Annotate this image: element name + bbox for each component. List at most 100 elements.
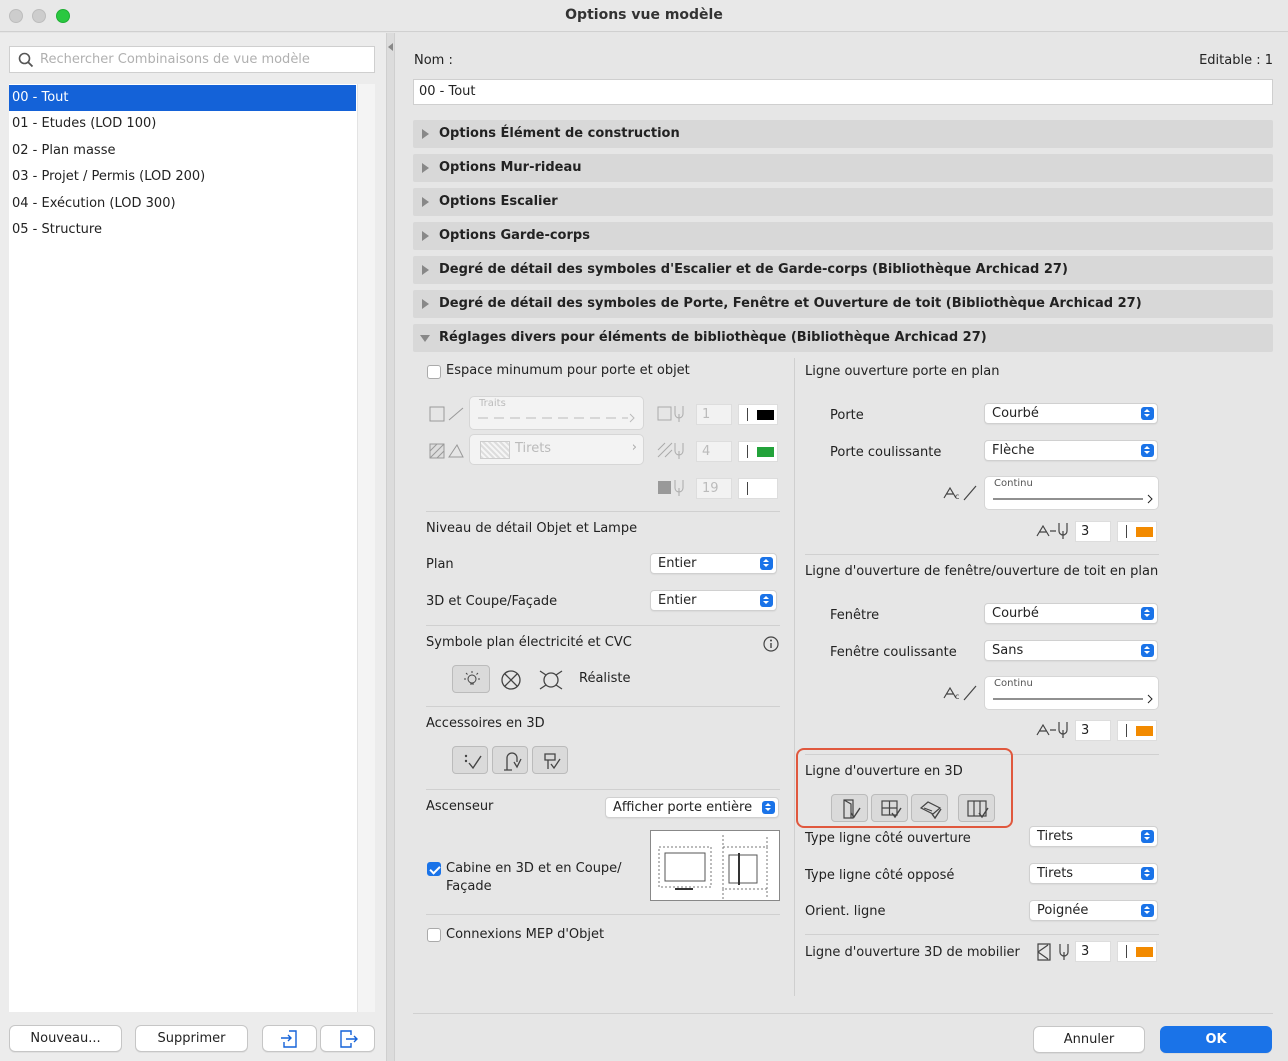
panel-splitter[interactable] xyxy=(386,33,395,1061)
ascenseur-select[interactable]: Afficher porte entière xyxy=(605,797,779,818)
window-title: Options vue modèle xyxy=(565,7,723,23)
plan-select[interactable]: Entier xyxy=(650,553,777,574)
accessory-button-2[interactable] xyxy=(492,746,528,774)
list-item[interactable]: 01 - Etudes (LOD 100) xyxy=(9,111,356,137)
select-arrows-icon xyxy=(1141,867,1154,880)
fenetre-label: Fenêtre xyxy=(830,608,880,623)
export-icon xyxy=(339,1030,358,1048)
empty-fill-icon xyxy=(429,406,464,422)
circle-cross-icon[interactable] xyxy=(499,668,523,692)
fenetre-coulissante-select[interactable]: Sans xyxy=(984,640,1158,661)
symbole-label: Symbole plan électricité et CVC xyxy=(426,635,632,650)
pen-number-field-3: 19 xyxy=(696,478,732,499)
delete-button[interactable]: Supprimer xyxy=(135,1025,248,1052)
type-cote-ouverture-select[interactable]: Tirets xyxy=(1029,826,1158,847)
ok-button[interactable]: OK xyxy=(1160,1026,1272,1053)
dot-check-icon xyxy=(464,754,482,770)
info-icon[interactable] xyxy=(763,636,779,652)
search-icon xyxy=(18,52,34,67)
section-options-mur-rideau[interactable]: Options Mur-rideau xyxy=(413,154,1273,182)
hatch-preview-icon xyxy=(480,441,510,459)
pen-number-c[interactable]: 3 xyxy=(1075,941,1111,962)
pen-line-icon xyxy=(1036,523,1068,539)
section-reglages-divers[interactable]: Réglages divers pour éléments de bibliot… xyxy=(413,324,1273,352)
hatch-fill-icon xyxy=(429,443,464,459)
mep-checkbox[interactable] xyxy=(427,928,441,942)
pen-color-orange-a[interactable] xyxy=(1117,521,1157,542)
new-button[interactable]: Nouveau... xyxy=(9,1025,122,1052)
realistic-lamp-icon[interactable] xyxy=(537,668,565,692)
column-divider xyxy=(794,358,795,996)
section-detail-porte[interactable]: Degré de détail des symboles de Porte, F… xyxy=(413,290,1273,318)
view-combination-list: 00 - Tout 01 - Etudes (LOD 100) 02 - Pla… xyxy=(9,84,375,1012)
pen-color-orange-c[interactable] xyxy=(1117,941,1157,962)
type-cote-oppose-select[interactable]: Tirets xyxy=(1029,863,1158,884)
select-arrows-icon xyxy=(1141,444,1154,457)
accessory-button-3[interactable] xyxy=(532,746,568,774)
list-scrollbar[interactable] xyxy=(357,84,375,1012)
section-options-escalier[interactable]: Options Escalier xyxy=(413,188,1273,216)
coupe-facade-select[interactable]: Entier xyxy=(650,590,777,611)
svg-text:c: c xyxy=(955,492,959,501)
pen-color-black xyxy=(738,404,778,425)
search-input[interactable] xyxy=(40,52,360,67)
pen-number-b[interactable]: 3 xyxy=(1075,720,1111,741)
dashed-line-preview-icon xyxy=(478,413,635,423)
export-button[interactable] xyxy=(320,1025,375,1052)
tirets-fill-field: Tirets › xyxy=(469,434,644,465)
select-arrows-icon xyxy=(760,557,773,570)
select-arrows-icon xyxy=(1141,407,1154,420)
orient-ligne-label: Orient. ligne xyxy=(805,904,886,919)
cancel-button[interactable]: Annuler xyxy=(1033,1026,1145,1053)
name-label: Nom : xyxy=(414,53,453,68)
pen-square-icon xyxy=(657,406,684,422)
cabine-checkbox[interactable] xyxy=(427,862,441,876)
fenetre-coulissante-label: Fenêtre coulissante xyxy=(830,645,957,660)
import-button[interactable] xyxy=(262,1025,317,1052)
porte-select[interactable]: Courbé xyxy=(984,403,1158,424)
pen-line-icon xyxy=(1036,722,1068,738)
pen-color-green xyxy=(738,441,778,462)
orient-ligne-select[interactable]: Poignée xyxy=(1029,900,1158,921)
section-options-element[interactable]: Options Élément de construction xyxy=(413,120,1273,148)
list-item[interactable]: 05 - Structure xyxy=(9,217,356,243)
symbol-lamp-button[interactable] xyxy=(452,665,490,693)
select-arrows-icon xyxy=(1141,830,1154,843)
search-box[interactable] xyxy=(9,46,375,73)
separator xyxy=(426,914,780,915)
section-options-garde-corps[interactable]: Options Garde-corps xyxy=(413,222,1273,250)
cabine-label-line1: Cabine en 3D et en Coupe/ xyxy=(446,861,622,876)
select-arrows-icon xyxy=(762,801,775,814)
collapse-arrow-icon xyxy=(388,43,393,51)
continu-line-field-1[interactable]: Continu xyxy=(984,476,1159,510)
continu-line-field-2[interactable]: Continu xyxy=(984,676,1159,710)
list-item[interactable]: 00 - Tout xyxy=(9,85,356,111)
highlight-annotation xyxy=(796,748,1013,828)
porte-coulissante-select[interactable]: Flèche xyxy=(984,440,1158,461)
pen-color-orange-b[interactable] xyxy=(1117,720,1157,741)
list-item[interactable]: 02 - Plan masse xyxy=(9,138,356,164)
elevator-preview xyxy=(650,830,780,901)
bottom-separator xyxy=(413,1013,1273,1014)
pen-number-a[interactable]: 3 xyxy=(1075,521,1111,542)
list-item[interactable]: 03 - Projet / Permis (LOD 200) xyxy=(9,164,356,190)
espace-minimum-checkbox[interactable] xyxy=(427,365,441,379)
import-icon xyxy=(280,1030,297,1048)
elevator-preview-icon xyxy=(658,835,768,899)
separator xyxy=(805,934,1159,935)
name-field[interactable]: 00 - Tout xyxy=(413,79,1273,105)
porte-section-label: Ligne ouverture porte en plan xyxy=(805,364,1000,379)
type-cote-ouverture-label: Type ligne côté ouverture xyxy=(805,831,971,846)
lamp-icon xyxy=(464,671,480,685)
accessory-button-1[interactable] xyxy=(452,746,488,774)
tap-icon xyxy=(504,752,522,771)
niveau-detail-label: Niveau de détail Objet et Lampe xyxy=(426,521,638,536)
section-detail-escalier[interactable]: Degré de détail des symboles d'Escalier … xyxy=(413,256,1273,284)
type-cote-oppose-label: Type ligne côté opposé xyxy=(805,868,955,883)
list-item[interactable]: 04 - Exécution (LOD 300) xyxy=(9,191,356,217)
porte-label: Porte xyxy=(830,408,864,423)
separator xyxy=(426,789,780,790)
solid-line-preview-icon xyxy=(993,494,1153,504)
ascenseur-label: Ascenseur xyxy=(426,799,494,814)
fenetre-select[interactable]: Courbé xyxy=(984,603,1158,624)
